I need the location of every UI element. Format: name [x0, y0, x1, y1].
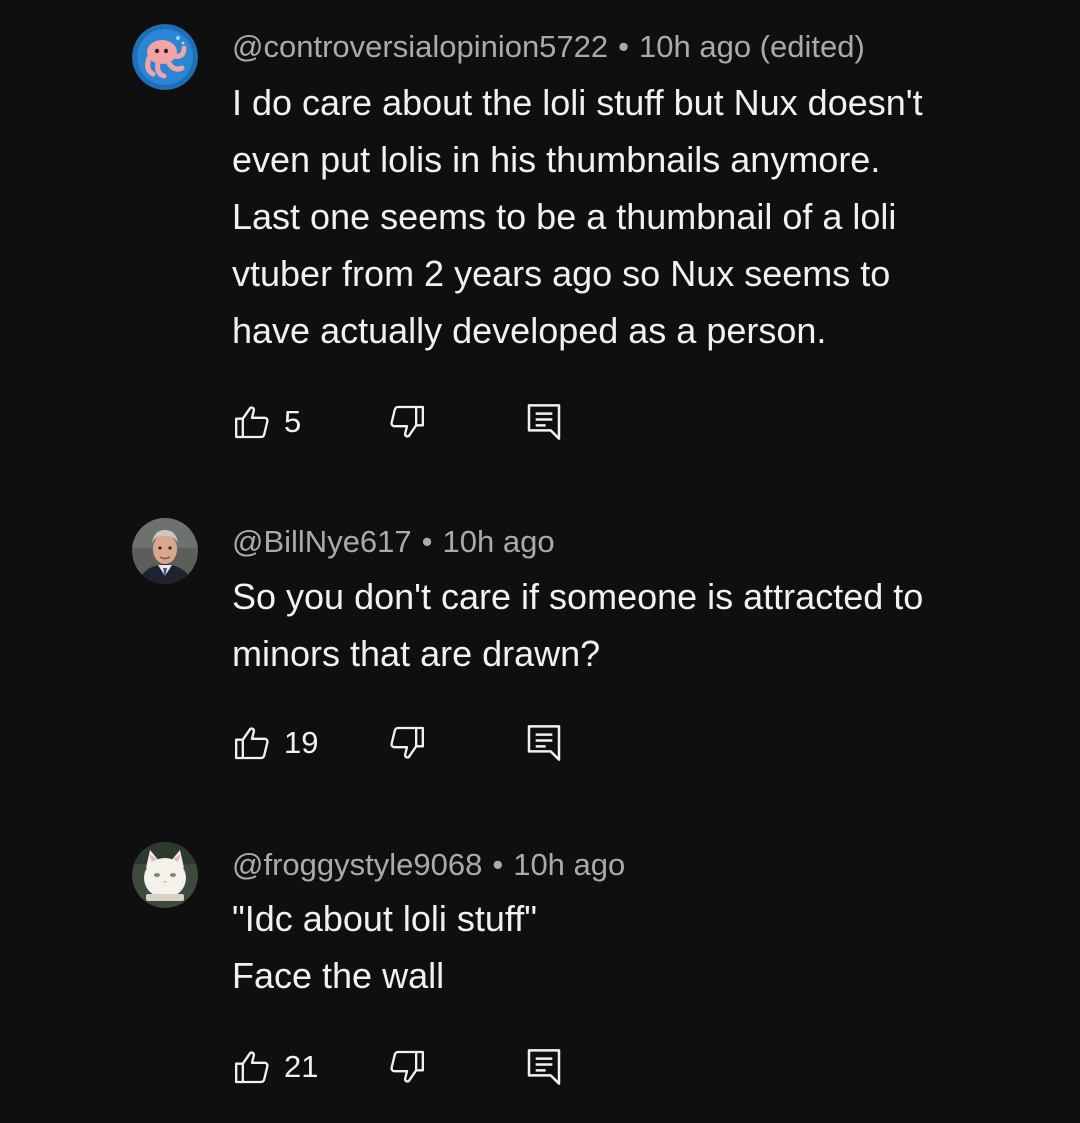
separator-dot: • — [618, 29, 630, 64]
comment-action-bar: 5 — [232, 400, 632, 444]
man-portrait-avatar[interactable] — [132, 518, 198, 584]
reply-button[interactable] — [524, 400, 564, 444]
like-button[interactable]: 21 — [232, 1045, 318, 1089]
author-handle[interactable]: @BillNye617 — [232, 524, 412, 559]
dislike-button[interactable] — [387, 400, 427, 444]
comment-action-bar: 21 — [232, 1045, 632, 1089]
reply-comment-icon — [524, 1045, 564, 1089]
comment-time[interactable]: 10h ago — [443, 524, 555, 559]
comment-text-line: "Idc about loli stuff" — [232, 898, 538, 939]
comment-text-line: Face the wall — [232, 955, 445, 996]
like-button[interactable]: 5 — [232, 400, 301, 444]
comment-text-line: have actually developed as a person. — [232, 310, 827, 351]
reply-comment-icon — [524, 721, 564, 765]
comment-meta: @froggystyle9068 • 10h ago — [232, 845, 625, 885]
comment-text: I do care about the loli stuff but Nux d… — [232, 74, 1022, 359]
comment-action-bar: 19 — [232, 721, 632, 765]
dislike-button[interactable] — [387, 721, 427, 765]
author-handle[interactable]: @controversialopinion5722 — [232, 29, 608, 64]
dislike-button[interactable] — [387, 1045, 427, 1089]
comment-text: So you don't care if someone is attracte… — [232, 568, 1022, 682]
like-count: 19 — [284, 725, 319, 760]
thumbs-down-icon — [387, 723, 427, 763]
comment-text: "Idc about loli stuff" Face the wall — [232, 890, 1022, 1004]
reply-button[interactable] — [524, 1045, 564, 1089]
author-handle[interactable]: @froggystyle9068 — [232, 847, 482, 882]
like-button[interactable]: 19 — [232, 721, 318, 765]
white-cat-avatar[interactable] — [132, 842, 198, 908]
thumbs-up-icon — [232, 723, 272, 763]
comment-text-line: minors that are drawn? — [232, 633, 601, 674]
reply-comment-icon — [524, 400, 564, 444]
comment-text-line: I do care about the loli stuff but Nux d… — [232, 82, 923, 123]
like-count: 5 — [284, 404, 302, 439]
thumbs-down-icon — [387, 402, 427, 442]
separator-dot: • — [492, 847, 504, 882]
comment-meta: @BillNye617 • 10h ago — [232, 522, 555, 562]
like-count: 21 — [284, 1049, 319, 1084]
thumbs-up-icon — [232, 1047, 272, 1087]
thumbs-down-icon — [387, 1047, 427, 1087]
comment-text-line: So you don't care if someone is attracte… — [232, 576, 924, 617]
reply-button[interactable] — [524, 721, 564, 765]
comment-time[interactable]: 10h ago — [513, 847, 625, 882]
separator-dot: • — [421, 524, 433, 559]
comment-text-line: even put lolis in his thumbnails anymore… — [232, 139, 881, 180]
comment-text-line: vtuber from 2 years ago so Nux seems to — [232, 253, 891, 294]
comment-time[interactable]: 10h ago (edited) — [639, 29, 865, 64]
thumbs-up-icon — [232, 402, 272, 442]
comment-text-line: Last one seems to be a thumbnail of a lo… — [232, 196, 897, 237]
comment-meta: @controversialopinion5722 • 10h ago (edite… — [232, 27, 865, 67]
octopus-avatar[interactable] — [132, 24, 198, 90]
